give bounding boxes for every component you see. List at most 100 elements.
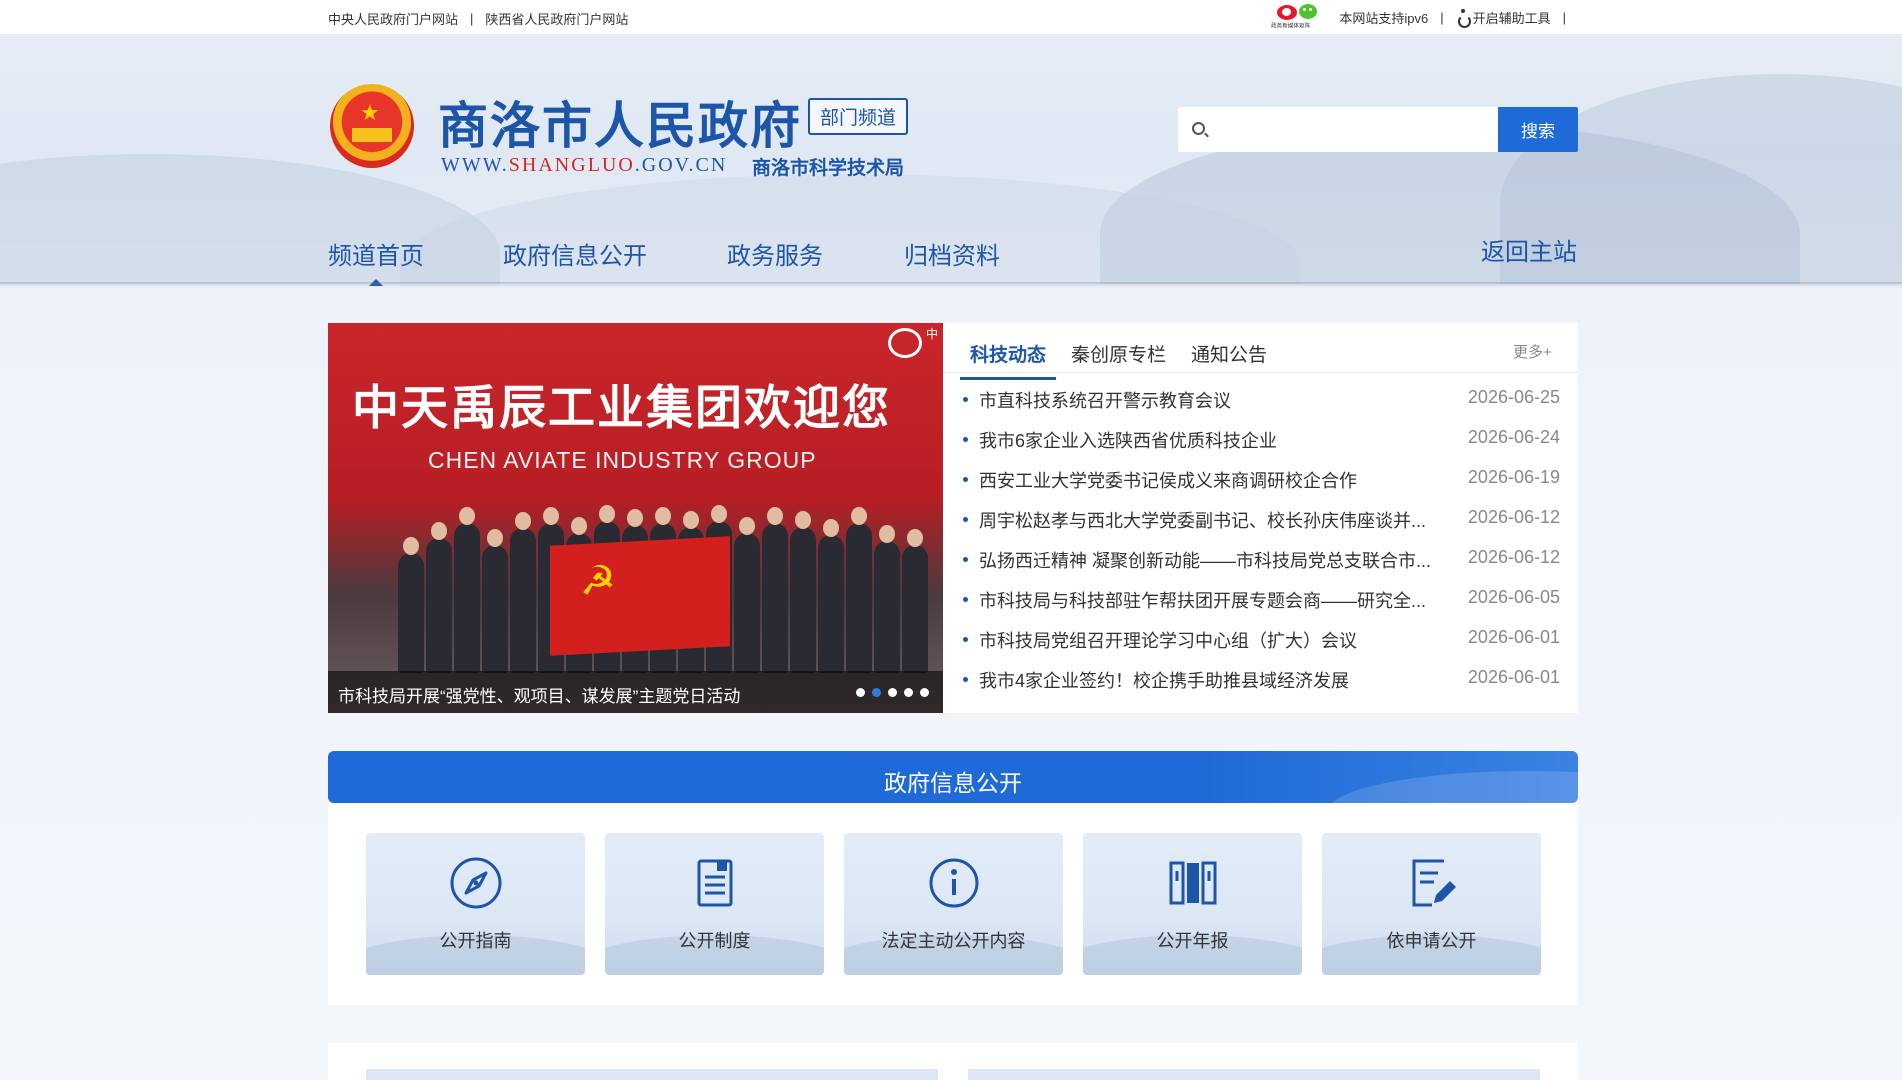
card-label: 法定主动公开内容: [881, 931, 1026, 951]
card-disclosure-system[interactable]: 公开制度: [605, 833, 824, 975]
search-box: [1178, 107, 1498, 152]
new-media-caption: 政务新媒体矩阵: [1271, 23, 1311, 30]
news-item[interactable]: 市直科技系统召开警示教育会议 2026-06-25: [963, 387, 1560, 431]
nav-government-services[interactable]: 政务服务: [727, 236, 823, 271]
card-annual-report[interactable]: 公开年报: [1083, 833, 1302, 975]
more-link[interactable]: 更多+: [1513, 341, 1552, 362]
national-emblem-icon: ★: [330, 84, 414, 176]
tab-notices[interactable]: 通知公告: [1191, 340, 1267, 367]
nav-return-main-site[interactable]: 返回主站: [1481, 232, 1577, 267]
bullet-icon: [963, 677, 968, 682]
news-item[interactable]: 我市4家企业签约！校企携手助推县域经济发展 2026-06-01: [963, 667, 1560, 711]
news-date: 2026-06-01: [1467, 667, 1560, 687]
department-channel-badge: 部门频道: [808, 98, 909, 135]
bullet-icon: [963, 437, 968, 442]
card-label: 公开年报: [1156, 931, 1229, 951]
search-input[interactable]: [1218, 107, 1488, 152]
top-tools: 政务新媒体矩阵 本网站支持ipv6 | 开启辅助工具 |: [1269, 4, 1578, 30]
link-central-government[interactable]: 中央人民政府门户网站: [328, 9, 458, 28]
slide-dot[interactable]: [920, 688, 929, 697]
slide-dot[interactable]: [856, 688, 865, 697]
news-tabs: 科技动态 秦创原专栏 通知公告 更多+: [943, 323, 1578, 380]
news-title[interactable]: 我市6家企业入选陕西省优质科技企业: [979, 427, 1439, 453]
accessibility-label: 开启辅助工具: [1472, 10, 1551, 26]
compass-icon: [450, 857, 501, 909]
card-disclosure-guide[interactable]: 公开指南: [366, 833, 585, 975]
news-item[interactable]: 市科技局与科技部驻乍帮扶团开展专题会商——研究全... 2026-06-05: [963, 587, 1560, 631]
party-flag: ☭: [550, 536, 730, 656]
news-item[interactable]: 市科技局党组召开理论学习中心组（扩大）会议 2026-06-01: [963, 627, 1560, 671]
nav-government-info[interactable]: 政府信息公开: [503, 236, 647, 271]
bullet-icon: [963, 477, 968, 482]
edit-document-icon: [1412, 859, 1456, 907]
tab-tech-news[interactable]: 科技动态: [959, 340, 1057, 380]
separator: |: [1440, 9, 1444, 25]
search-icon: [1192, 122, 1205, 135]
separator: |: [1562, 9, 1566, 25]
news-title[interactable]: 弘扬西迁精神 凝聚创新动能——市科技局党总支联合市...: [979, 547, 1439, 573]
separator: |: [470, 11, 474, 26]
gov-info-cards: 公开指南 公开制度 法定主动公开内容 公开年报 依申请公开: [328, 803, 1578, 1005]
news-title[interactable]: 市科技局党组召开理论学习中心组（扩大）会议: [979, 627, 1439, 653]
info-icon: [929, 858, 978, 908]
news-title[interactable]: 市直科技系统召开警示教育会议: [979, 387, 1439, 413]
bullet-icon: [963, 637, 968, 642]
slide-dot[interactable]: [904, 688, 913, 697]
url-domain: SHANGLUO: [508, 154, 635, 176]
card-application-disclosure[interactable]: 依申请公开: [1322, 833, 1541, 975]
news-date: 2026-06-01: [1467, 627, 1560, 647]
slide-dot-active[interactable]: [872, 688, 881, 697]
next-section-left: [366, 1069, 938, 1080]
top-links: 中央人民政府门户网站 | 陕西省人民政府门户网站: [328, 9, 628, 28]
news-item[interactable]: 弘扬西迁精神 凝聚创新动能——市科技局党总支联合市... 2026-06-12: [963, 547, 1560, 591]
slide-caption[interactable]: 市科技局开展“强党性、观项目、谋发展”主题党日活动: [338, 682, 740, 707]
news-panel: 科技动态 秦创原专栏 通知公告 更多+ 市直科技系统召开警示教育会议 2026-0…: [943, 323, 1578, 713]
tab-qinchuangyuan[interactable]: 秦创原专栏: [1071, 340, 1166, 367]
nav-archives[interactable]: 归档资料: [904, 236, 1000, 271]
news-date: 2026-06-25: [1467, 387, 1560, 407]
company-logo-text: 中: [926, 327, 939, 341]
link-shaanxi-government[interactable]: 陕西省人民政府门户网站: [485, 9, 628, 28]
new-media-matrix-icon[interactable]: 政务新媒体矩阵: [1269, 4, 1325, 30]
url-suffix: .GOV.CN: [634, 154, 728, 176]
next-section-right: [968, 1069, 1540, 1080]
main-nav: 频道首页 政府信息公开 政务服务 归档资料 返回主站: [328, 230, 1578, 286]
card-label: 公开指南: [439, 931, 512, 951]
news-slider[interactable]: 中 中天禹辰工业集团欢迎您 CHEN AVIATE INDUSTRY GROUP…: [328, 323, 943, 713]
books-icon: [1169, 861, 1216, 905]
slide-dot[interactable]: [888, 688, 897, 697]
slide-headline: 中天禹辰工业集团欢迎您: [352, 381, 891, 436]
news-title[interactable]: 市科技局与科技部驻乍帮扶团开展专题会商——研究全...: [979, 587, 1439, 613]
accessibility-icon: [1456, 8, 1471, 28]
card-label: 依申请公开: [1386, 931, 1477, 951]
top-bar: 中央人民政府门户网站 | 陕西省人民政府门户网站 政务新媒体矩阵 本网站支持ip…: [0, 0, 1902, 34]
news-date: 2026-06-05: [1467, 587, 1560, 607]
news-date: 2026-06-12: [1467, 547, 1560, 567]
wechat-icon: [1299, 4, 1318, 19]
nav-channel-home[interactable]: 频道首页: [328, 236, 424, 286]
news-title[interactable]: 周宇松赵孝与西北大学党委副书记、校长孙庆伟座谈并...: [979, 507, 1439, 533]
site-title: 商洛市人民政府: [438, 96, 802, 155]
news-item[interactable]: 西安工业大学党委书记侯成义来商调研校企合作 2026-06-19: [963, 467, 1560, 511]
bullet-icon: [963, 597, 968, 602]
bureau-name: 商洛市科学技术局: [752, 157, 905, 179]
bullet-icon: [963, 517, 968, 522]
url-prefix: WWW.: [441, 154, 509, 176]
search-button[interactable]: 搜索: [1498, 107, 1578, 152]
news-title[interactable]: 我市4家企业签约！校企携手助推县域经济发展: [979, 667, 1439, 693]
slide-pagination: [856, 688, 936, 697]
slide-caption-bar: 市科技局开展“强党性、观项目、谋发展”主题党日活动: [328, 671, 943, 713]
news-title[interactable]: 西安工业大学党委书记侯成义来商调研校企合作: [979, 467, 1439, 493]
section-title[interactable]: 政府信息公开: [328, 764, 1578, 798]
section-header-gov-info: 政府信息公开: [328, 751, 1578, 803]
accessibility-tool-link[interactable]: 开启辅助工具: [1456, 8, 1551, 28]
site-url: WWW.SHANGLUO.GOV.CN: [441, 154, 727, 177]
news-date: 2026-06-19: [1467, 467, 1560, 487]
card-label: 公开制度: [678, 931, 751, 951]
bullet-icon: [963, 557, 968, 562]
news-item[interactable]: 我市6家企业入选陕西省优质科技企业 2026-06-24: [963, 427, 1560, 471]
card-statutory-content[interactable]: 法定主动公开内容: [844, 833, 1063, 975]
company-logo-icon: [888, 328, 922, 358]
news-list: 市直科技系统召开警示教育会议 2026-06-25 我市6家企业入选陕西省优质科技…: [963, 387, 1560, 711]
news-item[interactable]: 周宇松赵孝与西北大学党委副书记、校长孙庆伟座谈并... 2026-06-12: [963, 507, 1560, 551]
